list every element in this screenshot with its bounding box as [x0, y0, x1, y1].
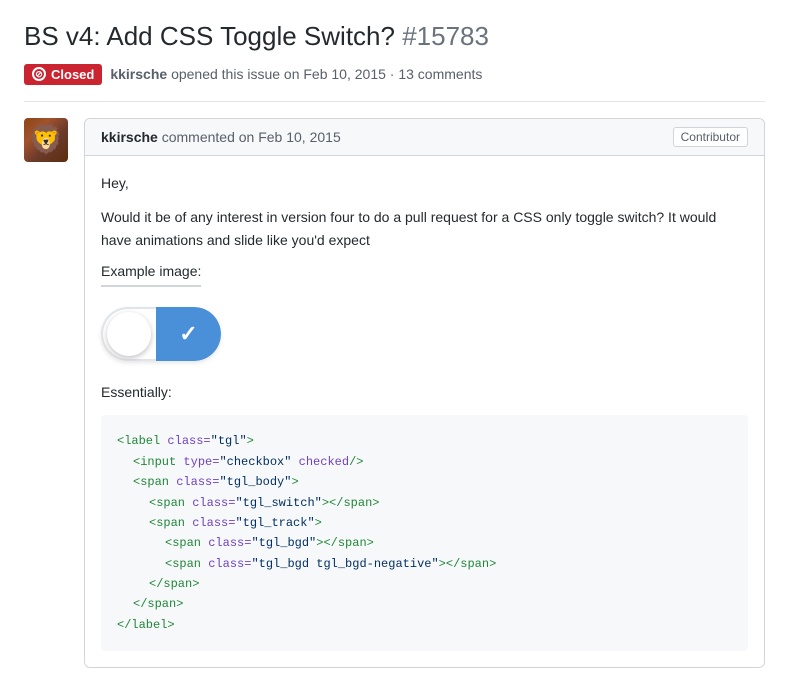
issue-meta-text: kkirsche opened this issue on Feb 10, 20…: [110, 66, 482, 82]
closed-icon: ⊘: [32, 67, 46, 81]
issue-meta-description: opened this issue on Feb 10, 2015 · 13 c…: [171, 66, 482, 82]
contributor-badge: Contributor: [673, 127, 748, 147]
code-line-2: <input type="checkbox" checked/>: [117, 452, 732, 472]
code-line-1: <label class="tgl">: [117, 431, 732, 451]
issue-number: #15783: [402, 21, 489, 51]
comment-text: Would it be of any interest in version f…: [101, 206, 748, 251]
comment-date: commented on Feb 10, 2015: [162, 129, 341, 145]
page-title: BS v4: Add CSS Toggle Switch? #15783: [24, 20, 765, 54]
example-label: Example image:: [101, 263, 201, 287]
issue-author-link[interactable]: kkirsche: [110, 66, 167, 82]
badge-label: Closed: [51, 67, 94, 82]
comment-author-line: kkirsche commented on Feb 10, 2015: [101, 129, 341, 145]
code-line-3: <span class="tgl_body">: [117, 472, 732, 492]
code-block: <label class="tgl"> <input type="checkbo…: [101, 415, 748, 651]
code-line-8: </span>: [117, 574, 732, 594]
essentially-label: Essentially:: [101, 381, 748, 403]
code-line-6: <span class="tgl_bgd"></span>: [117, 533, 732, 553]
comment-wrapper: kkirsche commented on Feb 10, 2015 Contr…: [24, 118, 765, 668]
toggle-switch: ✓: [101, 307, 221, 361]
code-line-10: </label>: [117, 615, 732, 635]
comment-author-name[interactable]: kkirsche: [101, 129, 158, 145]
code-line-4: <span class="tgl_switch"></span>: [117, 493, 732, 513]
toggle-check-icon: ✓: [179, 321, 197, 347]
code-line-5: <span class="tgl_track">: [117, 513, 732, 533]
status-badge: ⊘ Closed: [24, 64, 102, 85]
code-line-7: <span class="tgl_bgd tgl_bgd-negative"><…: [117, 554, 732, 574]
comment-box: kkirsche commented on Feb 10, 2015 Contr…: [84, 118, 765, 668]
comment-greeting: Hey,: [101, 172, 748, 194]
toggle-knob: [107, 312, 151, 356]
comment-header: kkirsche commented on Feb 10, 2015 Contr…: [85, 119, 764, 156]
toggle-demo: ✓: [101, 307, 748, 361]
issue-meta: ⊘ Closed kkirsche opened this issue on F…: [24, 64, 765, 102]
toggle-track: ✓: [156, 307, 221, 361]
issue-title-text: BS v4: Add CSS Toggle Switch?: [24, 21, 395, 51]
code-line-9: </span>: [117, 594, 732, 614]
avatar: [24, 118, 68, 162]
avatar-image: [24, 118, 68, 162]
example-section: Example image: ✓: [101, 263, 748, 361]
comment-body: Hey, Would it be of any interest in vers…: [85, 156, 764, 667]
